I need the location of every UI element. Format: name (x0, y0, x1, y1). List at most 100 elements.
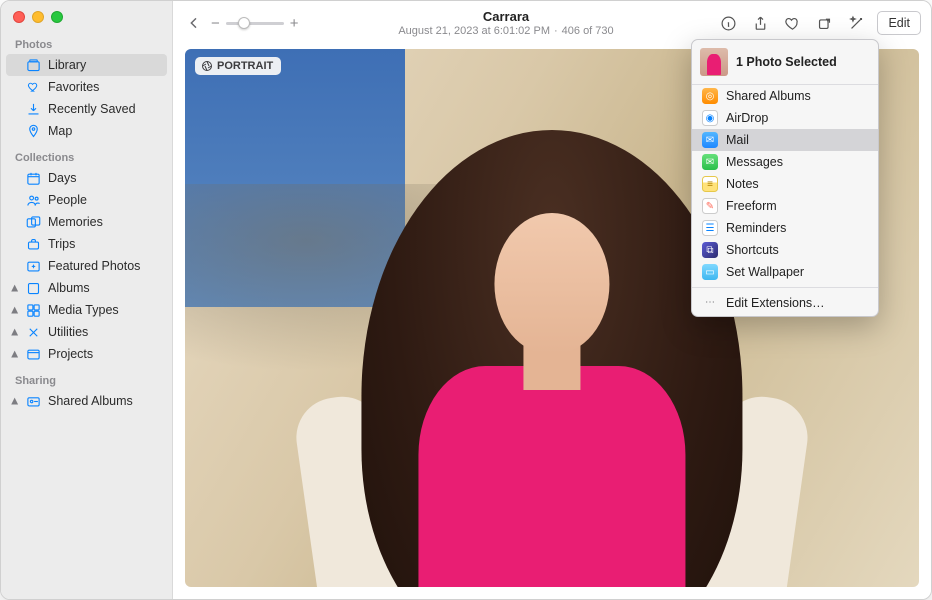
photo-subtitle: August 21, 2023 at 6:01:02 PM·406 of 730 (398, 25, 613, 37)
sidebar-item-utilities[interactable]: ▶ Utilities (1, 321, 172, 343)
share-item-label: Freeform (726, 199, 777, 213)
share-item-label: Reminders (726, 221, 786, 235)
sidebar-item-media-types[interactable]: ▶ Media Types (1, 299, 172, 321)
sidebar-item-projects[interactable]: ▶ Projects (1, 343, 172, 365)
portrait-badge: PORTRAIT (195, 57, 281, 75)
share-item-messages[interactable]: ✉ Messages (692, 151, 878, 173)
window-controls (1, 1, 172, 29)
projects-icon (25, 346, 41, 362)
disclosure-triangle-icon[interactable]: ▶ (9, 285, 20, 292)
info-button[interactable] (713, 10, 743, 36)
sidebar-item-map[interactable]: Map (1, 120, 172, 142)
sidebar-item-label: Library (48, 58, 86, 72)
share-item-reminders[interactable]: ☰ Reminders (692, 217, 878, 239)
zoom-window-button[interactable] (51, 11, 63, 23)
share-item-label: Set Wallpaper (726, 265, 804, 279)
shortcuts-icon: ⧉ (702, 242, 718, 258)
sidebar-item-label: Media Types (48, 303, 119, 317)
share-item-shortcuts[interactable]: ⧉ Shortcuts (692, 239, 878, 261)
shared-albums-icon: ◎ (702, 88, 718, 104)
sidebar-item-label: People (48, 193, 87, 207)
minimize-window-button[interactable] (32, 11, 44, 23)
zoom-slider[interactable]: − + (211, 15, 299, 32)
share-item-airdrop[interactable]: ◉ AirDrop (692, 107, 878, 129)
share-popover-header: 1 Photo Selected (692, 40, 878, 85)
sidebar-item-days[interactable]: Days (1, 167, 172, 189)
share-item-shared-albums[interactable]: ◎ Shared Albums (692, 85, 878, 107)
notes-icon: ≡ (702, 176, 718, 192)
sidebar-item-label: Memories (48, 215, 103, 229)
photo-date: August 21, 2023 at 6:01:02 PM (398, 25, 550, 37)
library-icon (25, 57, 41, 73)
sidebar-item-label: Utilities (48, 325, 88, 339)
sidebar-item-favorites[interactable]: Favorites (1, 76, 172, 98)
share-item-label: Messages (726, 155, 783, 169)
sidebar-section-collections: Collections Days People Memories Trips F… (1, 152, 172, 365)
zoom-track[interactable] (226, 22, 284, 25)
sidebar-item-albums[interactable]: ▶ Albums (1, 277, 172, 299)
zoom-in-icon: + (290, 15, 299, 32)
sidebar-item-featured-photos[interactable]: Featured Photos (1, 255, 172, 277)
share-selection-label: 1 Photo Selected (736, 55, 837, 69)
sparkle-icon (25, 258, 41, 274)
sidebar-item-memories[interactable]: Memories (1, 211, 172, 233)
favorite-button[interactable] (777, 10, 807, 36)
sidebar-item-shared-albums[interactable]: ▶ Shared Albums (1, 390, 172, 412)
edit-button-label: Edit (888, 16, 910, 30)
shared-albums-icon (25, 393, 41, 409)
share-thumbnail (700, 48, 728, 76)
reminders-icon: ☰ (702, 220, 718, 236)
memories-icon (25, 214, 41, 230)
disclosure-triangle-icon[interactable]: ▶ (9, 307, 20, 314)
heart-icon (25, 79, 41, 95)
calendar-icon (25, 170, 41, 186)
disclosure-triangle-icon[interactable]: ▶ (9, 398, 20, 405)
download-icon (25, 101, 41, 117)
sidebar-item-recently-saved[interactable]: Recently Saved (1, 98, 172, 120)
share-item-label: AirDrop (726, 111, 768, 125)
back-button[interactable] (183, 12, 205, 34)
sidebar-item-label: Albums (48, 281, 90, 295)
sidebar-item-label: Trips (48, 237, 75, 251)
people-icon (25, 192, 41, 208)
share-item-label: Shared Albums (726, 89, 811, 103)
share-item-label: Mail (726, 133, 749, 147)
rotate-button[interactable] (809, 10, 839, 36)
share-item-set-wallpaper[interactable]: ▭ Set Wallpaper (692, 261, 878, 283)
share-item-notes[interactable]: ≡ Notes (692, 173, 878, 195)
sidebar-item-library[interactable]: Library (6, 54, 167, 76)
sidebar-item-label: Featured Photos (48, 259, 140, 273)
share-item-label: Edit Extensions… (726, 296, 825, 310)
share-popover: 1 Photo Selected ◎ Shared Albums ◉ AirDr… (691, 39, 879, 317)
sidebar-item-label: Map (48, 124, 72, 138)
close-window-button[interactable] (13, 11, 25, 23)
mail-icon: ✉ (702, 132, 718, 148)
more-icon: ⋯ (702, 295, 718, 311)
pin-icon (25, 123, 41, 139)
share-button[interactable] (745, 10, 775, 36)
sidebar: Photos Library Favorites Recently Saved … (1, 1, 173, 599)
edit-button[interactable]: Edit (877, 11, 921, 35)
media-types-icon (25, 302, 41, 318)
sidebar-item-trips[interactable]: Trips (1, 233, 172, 255)
share-item-edit-extensions[interactable]: ⋯ Edit Extensions… (692, 292, 878, 316)
suitcase-icon (25, 236, 41, 252)
aperture-icon (201, 60, 213, 72)
messages-icon: ✉ (702, 154, 718, 170)
share-item-mail[interactable]: ✉ Mail (692, 129, 878, 151)
share-item-label: Shortcuts (726, 243, 779, 257)
auto-enhance-button[interactable] (841, 10, 871, 36)
disclosure-triangle-icon[interactable]: ▶ (9, 329, 20, 336)
sidebar-item-people[interactable]: People (1, 189, 172, 211)
zoom-knob[interactable] (238, 17, 250, 29)
zoom-out-icon: − (211, 15, 220, 32)
sidebar-header-photos: Photos (1, 39, 172, 54)
airdrop-icon: ◉ (702, 110, 718, 126)
main-content: − + Carrara August 21, 2023 at 6:01:02 P… (173, 1, 931, 599)
share-item-label: Notes (726, 177, 759, 191)
disclosure-triangle-icon[interactable]: ▶ (9, 351, 20, 358)
sidebar-item-label: Days (48, 171, 76, 185)
share-item-freeform[interactable]: ✎ Freeform (692, 195, 878, 217)
sidebar-item-label: Favorites (48, 80, 99, 94)
sidebar-item-label: Shared Albums (48, 394, 133, 408)
